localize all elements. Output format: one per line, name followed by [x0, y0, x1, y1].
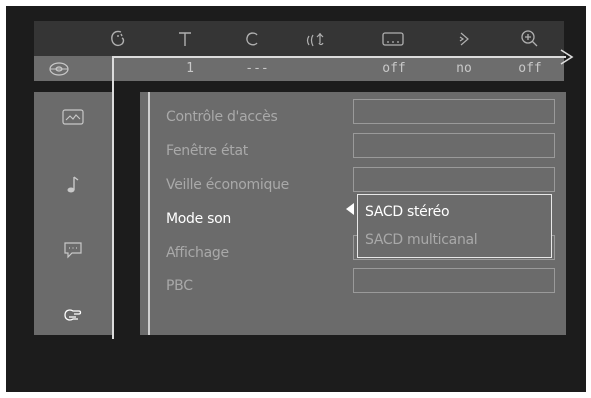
status-window-value-box[interactable] [353, 133, 555, 158]
sound-mode-popup: SACD stéréo SACD multicanal [357, 194, 552, 258]
sound-icon[interactable] [34, 170, 112, 200]
popup-pointer-icon [346, 203, 354, 215]
panel-edge [138, 92, 140, 335]
chapter-icon[interactable] [234, 21, 270, 56]
menu-item-access-control[interactable]: Contrôle d'accès [166, 106, 278, 128]
menu-item-pbc[interactable]: PBC [166, 275, 193, 297]
audio-icon[interactable] [299, 21, 335, 56]
menu-item-eco-standby[interactable]: Veille économique [166, 174, 289, 196]
features-icon[interactable] [34, 300, 112, 330]
popup-option-sacd-multichannel[interactable]: SACD multicanal [365, 229, 478, 251]
zoom-icon[interactable] [512, 21, 548, 56]
arrow-right-icon [560, 48, 574, 70]
subtitle-icon[interactable] [375, 21, 411, 56]
disc-icon [48, 56, 70, 81]
pbc-value-box[interactable] [353, 268, 555, 293]
language-icon[interactable] [34, 235, 112, 265]
subtitle-value: off [382, 61, 406, 76]
menu-item-status-window[interactable]: Fenêtre état [166, 140, 248, 162]
top-icon-bar [34, 21, 564, 56]
eco-standby-value-box[interactable] [353, 167, 555, 192]
category-sidebar [34, 92, 112, 335]
popup-option-sacd-stereo[interactable]: SACD stéréo [365, 201, 450, 223]
picture-icon[interactable] [34, 102, 112, 132]
menu-item-display[interactable]: Affichage [166, 242, 229, 264]
disc-settings-icon[interactable] [100, 21, 136, 56]
title-value: 1 [186, 61, 194, 76]
title-icon[interactable] [167, 21, 203, 56]
sidebar-gap [114, 92, 126, 335]
zoom-value: off [518, 61, 542, 76]
angle-icon[interactable] [446, 21, 482, 56]
status-arrow-line [112, 56, 566, 58]
angle-value: no [456, 61, 472, 76]
chapter-value: --- [245, 61, 269, 76]
panel-rule [148, 92, 150, 335]
menu-item-sound-mode[interactable]: Mode son [166, 208, 231, 230]
access-control-value-box[interactable] [353, 99, 555, 124]
